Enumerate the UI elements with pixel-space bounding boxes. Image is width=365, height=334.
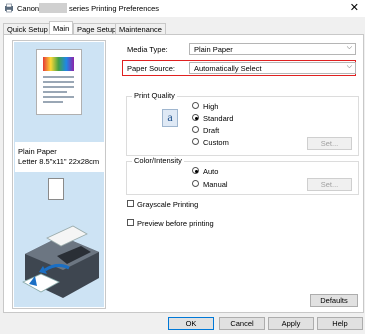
printer-icon	[5, 3, 13, 13]
media-type-label: Media Type:	[127, 45, 168, 54]
ok-button[interactable]: OK	[168, 317, 214, 330]
cancel-button[interactable]: Cancel	[219, 317, 265, 330]
quality-standard-label: Standard	[203, 114, 234, 123]
paper-info-box: Plain Paper Letter 8.5"x11" 22x28cm	[15, 142, 105, 172]
model-name-redaction	[39, 3, 67, 13]
quality-high-radio[interactable]	[192, 102, 199, 109]
apply-button[interactable]: Apply	[268, 317, 314, 330]
close-icon[interactable]: ✕	[350, 2, 359, 14]
tab-main[interactable]: Main	[49, 21, 74, 35]
paper-source-select[interactable]: Automatically Select ⌵	[189, 62, 356, 74]
settings-preview: Plain Paper Letter 8.5"x11" 22x28cm	[12, 40, 106, 309]
preview-text-line	[43, 96, 74, 98]
preview-paper-name: Plain Paper	[18, 147, 57, 156]
print-quality-a-icon: a	[162, 109, 178, 127]
preview-image-strip	[43, 57, 74, 71]
color-manual-label: Manual	[203, 180, 228, 189]
color-auto-radio[interactable]	[192, 167, 199, 174]
preview-text-line	[43, 81, 74, 83]
preview-before-printing-label: Preview before printing	[137, 219, 214, 228]
preview-paper-size: Letter 8.5"x11" 22x28cm	[18, 157, 100, 166]
paper-orientation-icon	[48, 178, 64, 200]
color-intensity-title: Color/Intensity	[132, 156, 184, 165]
tab-bar: Quick Setup Main Page Setup Maintenance	[0, 21, 365, 35]
paper-source-label: Paper Source:	[127, 64, 175, 73]
quality-custom-label: Custom	[203, 138, 229, 147]
quality-standard-radio[interactable]	[192, 114, 199, 121]
quality-draft-label: Draft	[203, 126, 220, 135]
color-manual-radio[interactable]	[192, 180, 199, 187]
window-title-prefix: Canon	[17, 4, 40, 13]
media-type-value: Plain Paper	[194, 45, 233, 54]
chevron-down-icon: ⌵	[346, 44, 352, 51]
preview-before-printing-checkbox[interactable]	[127, 219, 134, 226]
print-quality-title: Print Quality	[132, 91, 177, 100]
preview-text-line	[43, 86, 74, 88]
color-auto-label: Auto	[203, 167, 219, 176]
quality-custom-radio[interactable]	[192, 138, 199, 145]
printer-illustration-icon	[22, 225, 99, 298]
grayscale-label: Grayscale Printing	[137, 200, 199, 209]
media-type-select[interactable]: Plain Paper ⌵	[189, 43, 356, 55]
preview-text-line	[43, 91, 67, 93]
paper-source-value: Automatically Select	[194, 64, 262, 73]
preview-background: Plain Paper Letter 8.5"x11" 22x28cm	[14, 42, 105, 307]
title-bar: Canon series Printing Preferences ✕	[0, 0, 365, 17]
help-button[interactable]: Help	[317, 317, 363, 330]
quality-set-button[interactable]: Set...	[307, 137, 352, 150]
preview-text-line	[43, 101, 63, 103]
quality-high-label: High	[203, 102, 219, 111]
window-title-suffix: series Printing Preferences	[69, 4, 160, 13]
quality-draft-radio[interactable]	[192, 126, 199, 133]
page-preview-thumbnail	[36, 49, 82, 115]
color-set-button[interactable]: Set...	[307, 178, 352, 191]
chevron-down-icon: ⌵	[346, 63, 352, 70]
main-tab-panel: Plain Paper Letter 8.5"x11" 22x28cm Medi…	[3, 34, 364, 313]
preview-text-line	[43, 76, 74, 78]
grayscale-checkbox[interactable]	[127, 200, 134, 207]
defaults-button[interactable]: Defaults	[310, 294, 358, 307]
